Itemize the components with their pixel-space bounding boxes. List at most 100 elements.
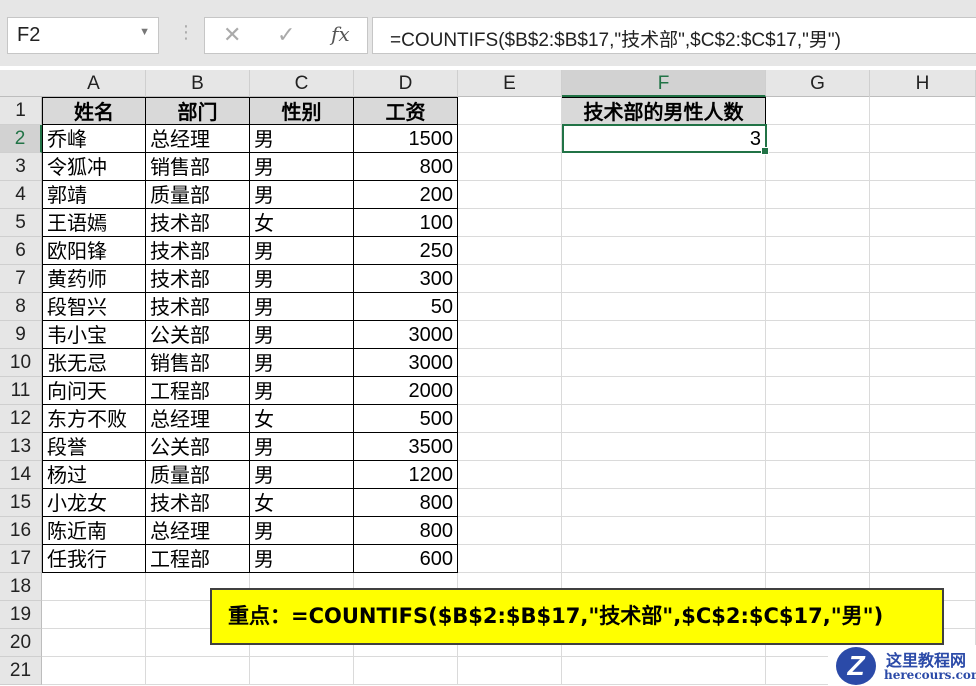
cell[interactable] [766,349,870,377]
cell[interactable] [458,405,562,433]
table-cell[interactable]: 男 [250,181,354,209]
row-header-16[interactable]: 16 [0,517,42,545]
column-header-D[interactable]: D [354,70,458,97]
table-cell[interactable]: 男 [250,433,354,461]
cell[interactable] [766,545,870,573]
table-cell[interactable]: 男 [250,461,354,489]
table-cell[interactable]: 600 [354,545,458,573]
cell[interactable] [42,573,146,601]
cell[interactable] [562,405,766,433]
cell[interactable] [458,125,562,153]
table-cell[interactable]: 1200 [354,461,458,489]
column-header-G[interactable]: G [766,70,870,97]
cell[interactable] [870,209,976,237]
cell[interactable] [458,153,562,181]
cell[interactable] [42,601,146,629]
column-header-B[interactable]: B [146,70,250,97]
table-cell[interactable]: 陈近南 [42,517,146,545]
cell[interactable] [870,517,976,545]
cell[interactable] [766,265,870,293]
cell[interactable] [766,209,870,237]
cell[interactable] [458,461,562,489]
column-header-E[interactable]: E [458,70,562,97]
cell[interactable] [562,265,766,293]
table-cell[interactable]: 500 [354,405,458,433]
row-header-19[interactable]: 19 [0,601,42,629]
cell[interactable] [870,237,976,265]
table-cell[interactable]: 800 [354,517,458,545]
cell[interactable] [766,377,870,405]
table-cell[interactable]: 男 [250,153,354,181]
cell[interactable] [458,517,562,545]
column-header-A[interactable]: A [42,70,146,97]
cell[interactable] [766,461,870,489]
table-cell[interactable]: 200 [354,181,458,209]
table-cell[interactable]: 3000 [354,349,458,377]
table-cell[interactable]: 3000 [354,321,458,349]
column-header-F[interactable]: F [562,70,766,97]
table-cell[interactable]: 韦小宝 [42,321,146,349]
cell[interactable] [458,237,562,265]
cell[interactable] [766,293,870,321]
table-cell[interactable]: 欧阳锋 [42,237,146,265]
cell[interactable] [458,489,562,517]
table-cell[interactable]: 任我行 [42,545,146,573]
table-cell[interactable]: 质量部 [146,181,250,209]
cell[interactable] [870,321,976,349]
cell[interactable] [766,517,870,545]
cell[interactable] [458,545,562,573]
cell[interactable] [562,181,766,209]
row-header-15[interactable]: 15 [0,489,42,517]
cell[interactable] [562,377,766,405]
table-cell[interactable]: 令狐冲 [42,153,146,181]
cell[interactable] [562,545,766,573]
table-cell[interactable]: 乔峰 [42,125,146,153]
row-header-4[interactable]: 4 [0,181,42,209]
cell[interactable] [42,657,146,685]
chevron-down-icon[interactable]: ▼ [139,26,150,38]
cell[interactable] [870,125,976,153]
cell[interactable] [562,433,766,461]
cell[interactable] [562,517,766,545]
table-cell[interactable]: 800 [354,489,458,517]
table-cell[interactable]: 男 [250,349,354,377]
cell[interactable] [562,237,766,265]
cell[interactable] [562,209,766,237]
table-cell[interactable]: 3500 [354,433,458,461]
cell[interactable] [42,629,146,657]
table-cell[interactable]: 技术部 [146,489,250,517]
cell[interactable] [458,433,562,461]
table-cell[interactable]: 男 [250,125,354,153]
column-header-H[interactable]: H [870,70,976,97]
cancel-icon[interactable]: ✕ [223,22,241,48]
cell[interactable] [766,433,870,461]
row-header-17[interactable]: 17 [0,545,42,573]
row-header-9[interactable]: 9 [0,321,42,349]
table-cell[interactable]: 女 [250,405,354,433]
row-header-18[interactable]: 18 [0,573,42,601]
cell[interactable] [870,405,976,433]
table-cell[interactable]: 段誉 [42,433,146,461]
row-header-20[interactable]: 20 [0,629,42,657]
table-cell[interactable]: 公关部 [146,321,250,349]
cell[interactable] [766,97,870,125]
table-cell[interactable]: 向问天 [42,377,146,405]
table-cell[interactable]: 段智兴 [42,293,146,321]
table-header-cell[interactable]: 部门 [146,97,250,125]
table-cell[interactable]: 50 [354,293,458,321]
cell[interactable] [146,657,250,685]
cell[interactable] [870,545,976,573]
table-cell[interactable]: 东方不败 [42,405,146,433]
cell[interactable] [458,377,562,405]
row-header-7[interactable]: 7 [0,265,42,293]
table-cell[interactable]: 总经理 [146,125,250,153]
cell[interactable] [766,405,870,433]
cell[interactable] [562,461,766,489]
insert-function-icon[interactable]: fx [331,22,350,46]
formula-input[interactable]: =COUNTIFS($B$2:$B$17,"技术部",$C$2:$C$17,"男… [372,17,976,54]
table-header-cell[interactable]: 姓名 [42,97,146,125]
table-cell[interactable]: 总经理 [146,405,250,433]
table-cell[interactable]: 小龙女 [42,489,146,517]
row-header-14[interactable]: 14 [0,461,42,489]
table-header-cell[interactable]: 工资 [354,97,458,125]
